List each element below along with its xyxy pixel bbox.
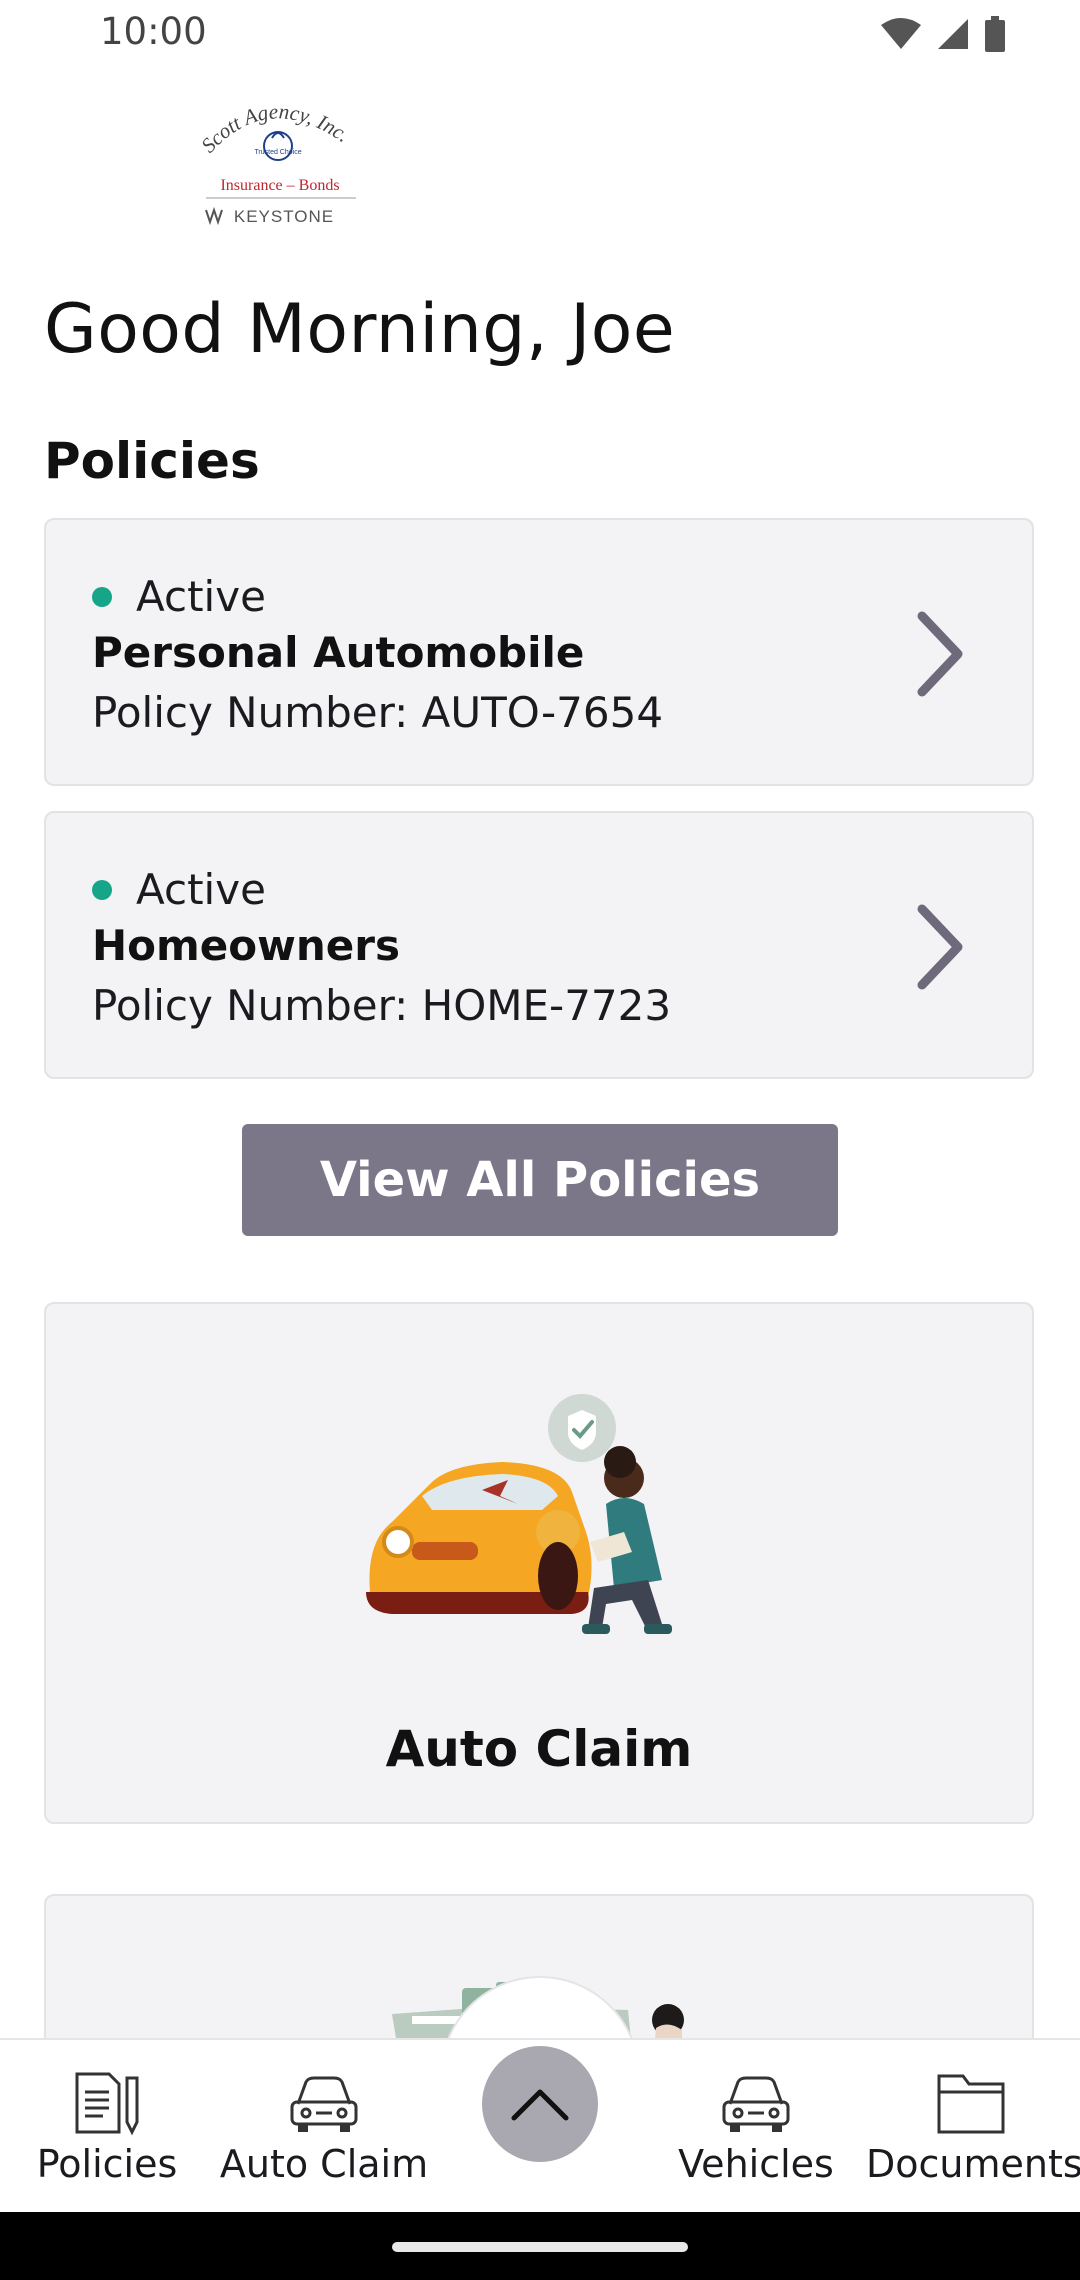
- policies-heading: Policies: [44, 432, 260, 490]
- car-damage-inspection-illustration: [366, 1394, 672, 1634]
- nav-item-policies[interactable]: Policies: [2, 2070, 212, 2186]
- battery-icon: [985, 16, 1005, 52]
- expand-menu-button[interactable]: [482, 2046, 598, 2162]
- chevron-right-icon[interactable]: [910, 608, 970, 700]
- nav-label: Vehicles: [678, 2142, 834, 2186]
- nav-label: Documents: [866, 2142, 1080, 2186]
- logo-badge: Trusted Choice: [254, 149, 301, 156]
- policy-name: Homeowners: [92, 921, 401, 970]
- logo-line2: Insurance – Bonds: [220, 177, 339, 194]
- policy-card-home[interactable]: Active Homeowners Policy Number: HOME-77…: [44, 811, 1034, 1079]
- policy-status: Active: [92, 572, 266, 621]
- greeting-heading: Good Morning, Joe: [44, 290, 676, 369]
- policy-document-icon: [75, 2072, 139, 2136]
- nav-label: Auto Claim: [219, 2142, 429, 2186]
- wifi-icon: [881, 18, 921, 49]
- nav-item-auto-claim[interactable]: Auto Claim: [219, 2070, 429, 2186]
- folder-icon: [937, 2074, 1005, 2134]
- auto-claim-card[interactable]: Auto Claim: [44, 1302, 1034, 1824]
- car-icon: [290, 2076, 358, 2132]
- active-status-dot: [92, 879, 112, 900]
- chevron-right-icon[interactable]: [910, 901, 970, 993]
- policy-number: Policy Number: HOME-7723: [92, 981, 672, 1030]
- view-all-policies-button[interactable]: View All Policies: [242, 1124, 838, 1236]
- active-status-dot: [92, 586, 112, 607]
- status-icons: [880, 16, 1006, 52]
- cell-signal-icon: [938, 19, 968, 49]
- car-icon: [722, 2076, 790, 2132]
- auto-claim-title: Auto Claim: [385, 1720, 693, 1778]
- policy-status: Active: [92, 865, 266, 914]
- status-bar: 10:00: [0, 0, 1080, 64]
- policy-number: Policy Number: AUTO-7654: [92, 688, 664, 737]
- nav-label: Policies: [36, 2142, 178, 2186]
- nav-item-vehicles[interactable]: Vehicles: [651, 2070, 861, 2186]
- home-gesture-handle[interactable]: [392, 2242, 688, 2252]
- policy-status-text: Active: [136, 572, 266, 621]
- logo-line3: KEYSTONE: [234, 207, 334, 226]
- nav-item-documents[interactable]: Documents: [866, 2070, 1080, 2186]
- system-navigation-bar: [0, 2212, 1080, 2280]
- agency-logo: Scott Agency, Inc. Trusted Choice Insura…: [200, 99, 356, 226]
- status-time: 10:00: [100, 10, 207, 53]
- policy-name: Personal Automobile: [92, 628, 585, 677]
- policy-card-auto[interactable]: Active Personal Automobile Policy Number…: [44, 518, 1034, 786]
- chevron-up-icon: [511, 2089, 569, 2121]
- policy-status-text: Active: [136, 865, 266, 914]
